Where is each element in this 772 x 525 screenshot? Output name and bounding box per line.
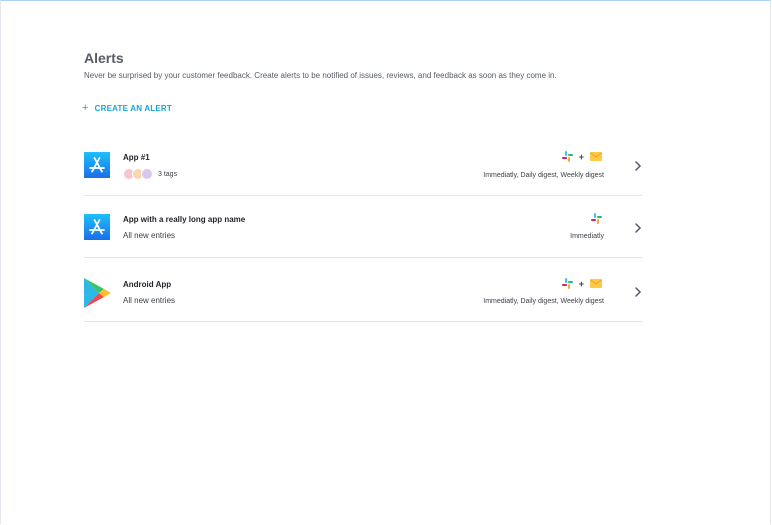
app-subtitle: All new entries	[123, 296, 176, 305]
app-store-icon	[84, 214, 110, 240]
alerts-list: App #1 3 tags + Immediatly, Daily digest…	[84, 140, 642, 322]
plus-icon: +	[82, 102, 89, 114]
frequency-label: Immediatly, Daily digest, Weekly digest	[483, 298, 604, 305]
channel-icons: +	[561, 278, 602, 289]
page-subtitle: Never be surprised by your customer feed…	[84, 71, 557, 80]
slack-icon	[591, 213, 602, 224]
tag-dot	[141, 168, 153, 180]
page-title: Alerts	[84, 50, 124, 66]
app-name: App #1	[123, 153, 150, 162]
tags-group: 3 tags	[123, 168, 177, 180]
alert-row[interactable]: Android App All new entries + Immediatly…	[84, 258, 642, 322]
create-alert-button[interactable]: + CREATE AN ALERT	[82, 103, 172, 114]
mail-icon	[590, 279, 602, 288]
app-store-icon	[84, 152, 110, 178]
app-subtitle: All new entries	[123, 231, 176, 240]
chevron-right-icon[interactable]	[634, 223, 642, 233]
frequency-label: Immediatly, Daily digest, Weekly digest	[483, 172, 604, 179]
app-name: App with a really long app name	[123, 215, 246, 224]
slack-icon	[561, 151, 573, 162]
mail-icon	[590, 152, 602, 161]
create-alert-label: CREATE AN ALERT	[94, 104, 172, 113]
google-play-icon	[84, 278, 110, 308]
tags-count: 3 tags	[158, 170, 178, 178]
alert-row[interactable]: App #1 3 tags + Immediatly, Daily digest…	[84, 140, 642, 196]
frequency-label: Immediatly	[570, 233, 604, 240]
app-name: Android App	[123, 280, 172, 289]
chevron-right-icon[interactable]	[634, 287, 642, 297]
channel-icons	[591, 213, 602, 224]
alert-row[interactable]: App with a really long app name All new …	[84, 196, 642, 258]
channel-icons: +	[561, 151, 602, 162]
plus-separator: +	[578, 278, 584, 289]
plus-separator: +	[578, 151, 584, 162]
chevron-right-icon[interactable]	[634, 161, 642, 171]
slack-icon	[561, 278, 573, 289]
